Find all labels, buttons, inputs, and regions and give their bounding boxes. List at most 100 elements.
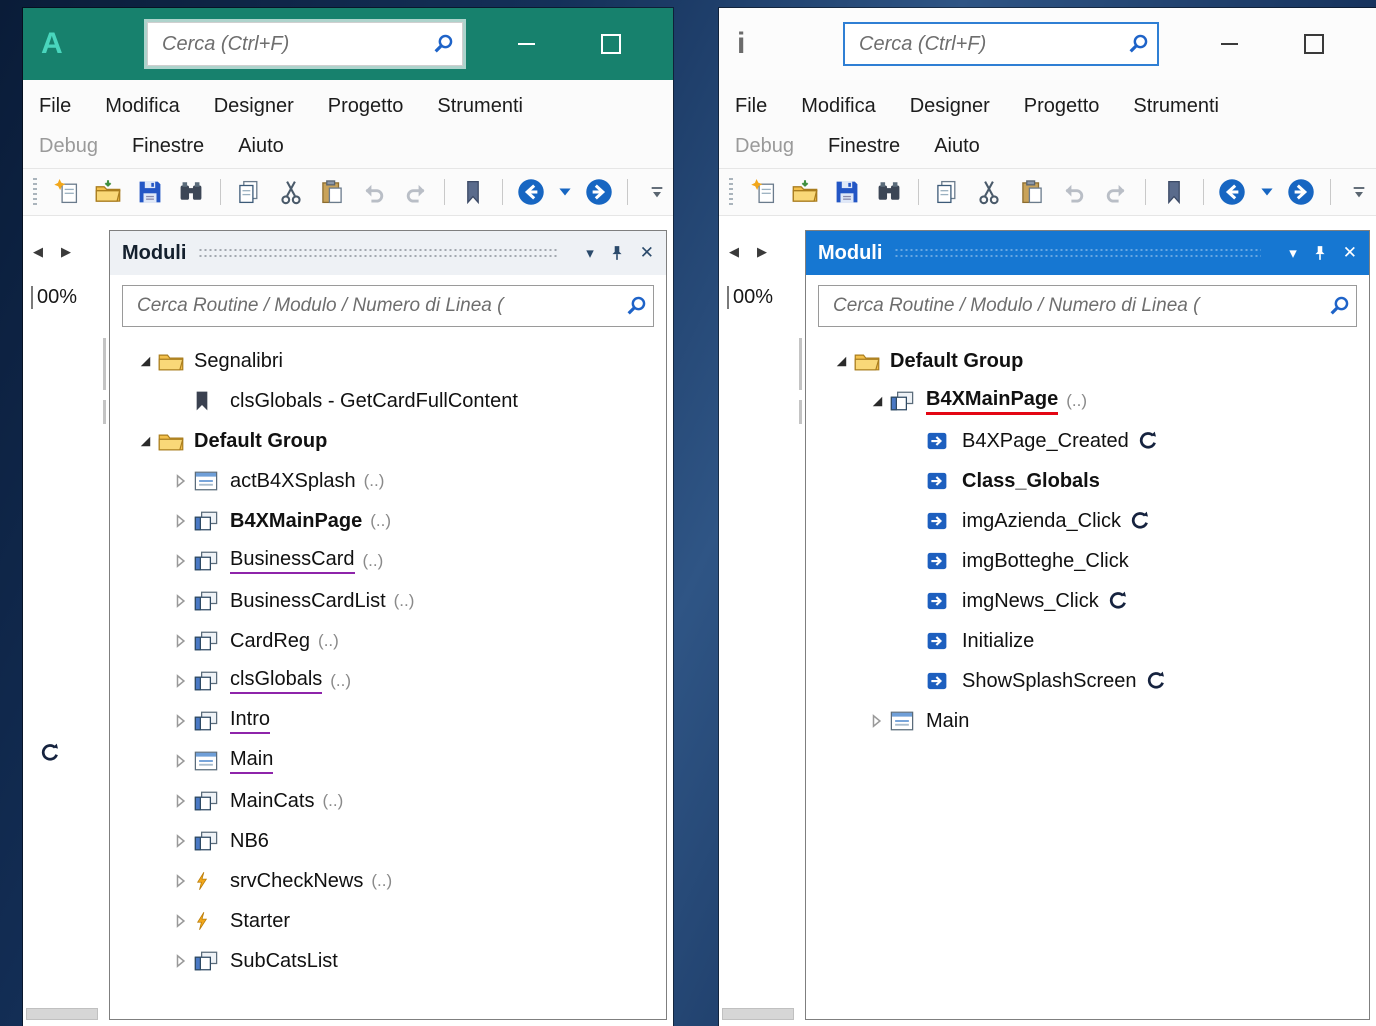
search-icon[interactable] (1127, 33, 1149, 55)
expand-arrow-icon[interactable] (168, 674, 194, 688)
minimize-button[interactable] (518, 43, 535, 45)
tree-item-starter[interactable]: Starter (110, 901, 666, 941)
find-in-files-button[interactable] (873, 175, 906, 209)
copy-button[interactable] (233, 175, 266, 209)
toolbar-grip[interactable] (33, 178, 37, 206)
tree-item-imgnews-click[interactable]: imgNews_Click (806, 581, 1369, 621)
toolbar-overflow-button[interactable] (1343, 175, 1376, 209)
menu-debug[interactable]: Debug (735, 135, 794, 158)
scrollbar-mark[interactable] (103, 338, 106, 390)
tree-item-imgbotteghe-click[interactable]: imgBotteghe_Click (806, 541, 1369, 581)
menu-designer[interactable]: Designer (910, 95, 990, 118)
modules-search[interactable] (122, 285, 654, 327)
titlebar-search-input[interactable] (160, 31, 432, 57)
tree-item-default-group[interactable]: Default Group (806, 341, 1369, 381)
tab-scroll-right-icon[interactable]: ▶ (61, 244, 71, 260)
expand-arrow-icon[interactable] (168, 754, 194, 768)
collapse-arrow-icon[interactable] (132, 355, 158, 368)
open-project-button[interactable] (788, 175, 821, 209)
redo-button[interactable] (1100, 175, 1133, 209)
tree-item-clsglobals[interactable]: clsGlobals (..) (110, 661, 666, 701)
navigate-forward-button[interactable] (1285, 175, 1318, 209)
expand-arrow-icon[interactable] (168, 914, 194, 928)
close-icon[interactable]: ✕ (1343, 243, 1357, 263)
expand-arrow-icon[interactable] (864, 714, 890, 728)
copy-button[interactable] (931, 175, 964, 209)
expand-arrow-icon[interactable] (168, 594, 194, 608)
tree-item-showsplashscreen[interactable]: ShowSplashScreen (806, 661, 1369, 701)
tree-item-subcatslist[interactable]: SubCatsList (110, 941, 666, 981)
tree-item-businesscard[interactable]: BusinessCard (..) (110, 541, 666, 581)
maximize-button[interactable] (1304, 34, 1324, 54)
expand-arrow-icon[interactable] (168, 794, 194, 808)
tree-item-main[interactable]: Main (110, 741, 666, 781)
modules-panel-header[interactable]: Moduli ▾ ✕ (110, 231, 666, 275)
toolbar-overflow-button[interactable] (640, 175, 673, 209)
modules-panel-header[interactable]: Moduli ▾ ✕ (806, 231, 1369, 275)
find-in-files-button[interactable] (175, 175, 208, 209)
history-dropdown-button[interactable] (556, 175, 573, 209)
menu-aiuto[interactable]: Aiuto (934, 135, 980, 158)
bookmark-button[interactable] (1158, 175, 1191, 209)
tree-item-segnalibri[interactable]: Segnalibri (110, 341, 666, 381)
search-icon[interactable] (1328, 295, 1350, 317)
scrollbar-mark[interactable] (799, 338, 802, 390)
new-file-button[interactable] (50, 175, 83, 209)
save-button[interactable] (830, 175, 863, 209)
tree-item-businesscardlist[interactable]: BusinessCardList (..) (110, 581, 666, 621)
tree-item-maincats[interactable]: MainCats (..) (110, 781, 666, 821)
menu-progetto[interactable]: Progetto (1024, 95, 1100, 118)
menu-finestre[interactable]: Finestre (828, 135, 900, 158)
save-button[interactable] (133, 175, 166, 209)
tree-item-class-globals[interactable]: Class_Globals (806, 461, 1369, 501)
collapse-arrow-icon[interactable] (864, 395, 890, 408)
tree-item-actb4xsplash[interactable]: actB4XSplash (..) (110, 461, 666, 501)
expand-arrow-icon[interactable] (168, 514, 194, 528)
pin-icon[interactable] (610, 245, 624, 261)
search-icon[interactable] (625, 295, 647, 317)
scrollbar-mark[interactable] (103, 400, 106, 424)
tab-scroll-left-icon[interactable]: ◀ (729, 244, 739, 260)
tree-item-default-group[interactable]: Default Group (110, 421, 666, 461)
titlebar-search-input[interactable] (857, 31, 1127, 57)
menu-aiuto[interactable]: Aiuto (238, 135, 284, 158)
horizontal-scrollbar[interactable] (722, 1008, 794, 1020)
navigate-forward-button[interactable] (583, 175, 616, 209)
expand-arrow-icon[interactable] (168, 634, 194, 648)
tree-item-main[interactable]: Main (806, 701, 1369, 741)
menu-modifica[interactable]: Modifica (801, 95, 875, 118)
history-dropdown-button[interactable] (1258, 175, 1276, 209)
tree-item-b4xmainpage[interactable]: B4XMainPage (..) (110, 501, 666, 541)
tree-item-clsglobals-getcardfullcontent[interactable]: clsGlobals - GetCardFullContent (110, 381, 666, 421)
titlebar-search[interactable] (147, 22, 463, 66)
collapse-arrow-icon[interactable] (828, 355, 854, 368)
toolbar-grip[interactable] (729, 178, 733, 206)
expand-arrow-icon[interactable] (168, 874, 194, 888)
maximize-button[interactable] (601, 34, 621, 54)
modules-search-input[interactable] (831, 294, 1328, 318)
minimize-button[interactable] (1221, 43, 1238, 45)
modules-search[interactable] (818, 285, 1357, 327)
paste-button[interactable] (1015, 175, 1048, 209)
close-icon[interactable]: ✕ (640, 243, 654, 263)
tab-scroll-left-icon[interactable]: ◀ (33, 244, 43, 260)
pin-icon[interactable] (1313, 245, 1327, 261)
paste-button[interactable] (316, 175, 349, 209)
tree-item-cardreg[interactable]: CardReg (..) (110, 621, 666, 661)
tree-item-intro[interactable]: Intro (110, 701, 666, 741)
expand-arrow-icon[interactable] (168, 714, 194, 728)
open-project-button[interactable] (92, 175, 125, 209)
menu-designer[interactable]: Designer (214, 95, 294, 118)
tree-item-nb6[interactable]: NB6 (110, 821, 666, 861)
tree-item-initialize[interactable]: Initialize (806, 621, 1369, 661)
bookmark-button[interactable] (457, 175, 490, 209)
tree-item-b4xpage-created[interactable]: B4XPage_Created (806, 421, 1369, 461)
menu-strumenti[interactable]: Strumenti (1133, 95, 1219, 118)
menu-strumenti[interactable]: Strumenti (437, 95, 523, 118)
expand-arrow-icon[interactable] (168, 834, 194, 848)
menu-debug[interactable]: Debug (39, 135, 98, 158)
panel-menu-icon[interactable]: ▾ (1289, 244, 1297, 262)
expand-arrow-icon[interactable] (168, 954, 194, 968)
titlebar[interactable]: A (23, 8, 673, 80)
cut-button[interactable] (274, 175, 307, 209)
